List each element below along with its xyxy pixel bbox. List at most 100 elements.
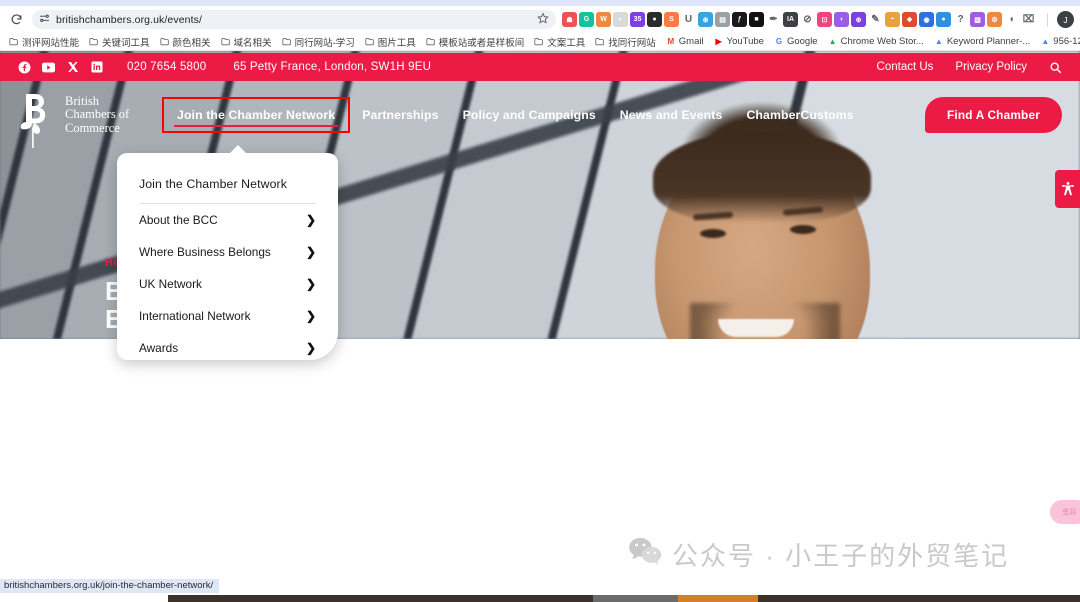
- extension-slash-circle[interactable]: ⊘: [800, 12, 815, 27]
- nav-item-news-and-events[interactable]: News and Events: [608, 102, 735, 128]
- extension-black-f[interactable]: ƒ: [732, 12, 747, 27]
- bookmark-item[interactable]: ▲ Keyword Planner-...: [929, 36, 1035, 47]
- nav-item-label: Policy and Campaigns: [462, 108, 596, 122]
- extension-pink-camera[interactable]: ☗: [562, 12, 577, 27]
- dropdown-item-where-business-belongs[interactable]: Where Business Belongs ❯: [117, 236, 338, 268]
- bookmark-label: YouTube: [726, 36, 764, 47]
- address-bar[interactable]: britishchambers.org.uk/events/: [32, 10, 556, 29]
- site-logo[interactable]: British Chambers of Commerce: [18, 92, 156, 148]
- folder-icon: [426, 37, 436, 47]
- bookmark-star-icon[interactable]: [537, 11, 549, 29]
- extension-yellow-pencil[interactable]: ✎: [868, 12, 883, 27]
- extension-calendar-35[interactable]: 35: [630, 12, 645, 27]
- x-twitter-icon[interactable]: [66, 61, 79, 74]
- folder-icon: [220, 37, 231, 47]
- bookmark-item[interactable]: 关键词工具: [84, 35, 155, 49]
- dropdown-title: Join the Chamber Network: [139, 177, 287, 191]
- extension-puzzle-red[interactable]: ❖: [902, 12, 917, 27]
- extension-globe-purple[interactable]: ⊕: [851, 12, 866, 27]
- facebook-icon[interactable]: [18, 61, 31, 74]
- utility-links: Contact Us Privacy Policy: [877, 61, 1062, 74]
- nav-item-chambercustoms[interactable]: ChamberCustoms: [734, 102, 865, 128]
- bookmark-item[interactable]: 同行网站-学习: [277, 35, 360, 49]
- contact-us-link[interactable]: Contact Us: [877, 61, 934, 73]
- extension-black-square[interactable]: ■: [749, 12, 764, 27]
- bookmark-item[interactable]: 域名相关: [216, 35, 277, 49]
- site-settings-icon[interactable]: [39, 11, 50, 29]
- profile-avatar[interactable]: J: [1057, 11, 1074, 28]
- nav-item-policy-and-campaigns[interactable]: Policy and Campaigns: [451, 102, 608, 128]
- folder-icon: [159, 37, 170, 47]
- extension-ia-writer[interactable]: IA: [783, 12, 798, 27]
- folder-icon: [595, 37, 605, 47]
- find-a-chamber-button[interactable]: Find A Chamber: [924, 97, 1062, 133]
- chevron-right-icon: ❯: [305, 341, 316, 355]
- dropdown-item-label: Awards: [139, 341, 179, 355]
- extension-ubersuggest[interactable]: U: [681, 12, 696, 27]
- site-header: British Chambers of Commerce Join the Ch…: [0, 81, 1080, 149]
- youtube-icon[interactable]: [42, 61, 55, 74]
- bookmark-label: 域名相关: [233, 37, 272, 49]
- floating-pink-badge[interactable]: 虫羽: [1050, 500, 1080, 524]
- extension-grey-moon[interactable]: ◐: [613, 12, 628, 27]
- bookmark-item[interactable]: 文案工具: [529, 35, 590, 49]
- bookmark-item[interactable]: M Gmail: [661, 36, 709, 47]
- bookmark-item[interactable]: G Google: [769, 36, 823, 47]
- extension-pink-grid[interactable]: ⊡: [817, 12, 832, 27]
- phone-number[interactable]: 020 7654 5800: [127, 61, 206, 73]
- reload-icon[interactable]: [6, 10, 26, 30]
- dropdown-item-international-network[interactable]: International Network ❯: [117, 300, 338, 332]
- search-icon[interactable]: [1049, 61, 1062, 74]
- extension-blue-dot[interactable]: ◉: [919, 12, 934, 27]
- office-address: 65 Petty France, London, SW1H 9EU: [233, 61, 432, 73]
- nav-item-partnerships[interactable]: Partnerships: [350, 102, 450, 128]
- dropdown-item-awards[interactable]: Awards ❯: [117, 332, 338, 364]
- link-status-bar: britishchambers.org.uk/join-the-chamber-…: [0, 579, 220, 593]
- extension-dark-circle[interactable]: ●: [647, 12, 662, 27]
- bookmark-item[interactable]: 颜色相关: [155, 35, 216, 49]
- extension-globe-blue[interactable]: ⊕: [698, 12, 713, 27]
- dropdown-item-label: UK Network: [139, 277, 202, 291]
- extension-purple-leaf[interactable]: ◗: [834, 12, 849, 27]
- bookmark-item[interactable]: ▶ YouTube: [709, 36, 769, 47]
- bookmark-item[interactable]: 模板站或者是样板间: [421, 35, 530, 49]
- extension-question[interactable]: ?: [953, 12, 968, 27]
- browser-toolbar: britishchambers.org.uk/events/ ☗ G W ◐ 35 ● S U…: [0, 6, 1080, 33]
- main-content: EVENTS SUPPORTING AND CELEBRATING BRITIS…: [0, 339, 1080, 602]
- bookmark-item[interactable]: 找同行网站: [590, 35, 661, 49]
- extension-blue-circle[interactable]: ●: [936, 12, 951, 27]
- hero-person-eye-left: [700, 229, 726, 238]
- bookmark-item[interactable]: ▲ Chrome Web Stor...: [823, 36, 929, 47]
- bookmark-item[interactable]: 测评网站性能: [4, 35, 84, 49]
- logo-wordmark: British Chambers of Commerce: [65, 94, 129, 136]
- extension-orange-bug[interactable]: ⚙: [987, 12, 1002, 27]
- hero-person-eye-right: [790, 225, 816, 234]
- nav-item-label: News and Events: [619, 108, 723, 122]
- privacy-policy-link[interactable]: Privacy Policy: [955, 61, 1027, 73]
- extension-grey-doc[interactable]: ▤: [715, 12, 730, 27]
- extension-clipboard[interactable]: ⌧: [1021, 12, 1036, 27]
- taskbar-segment-2: [593, 595, 678, 602]
- extension-half-blue[interactable]: ◖: [1004, 12, 1019, 27]
- accessibility-icon[interactable]: [1055, 170, 1080, 208]
- taskbar-segment-4: [758, 595, 1080, 602]
- extension-grammarly[interactable]: G: [579, 12, 594, 27]
- extension-purple-note[interactable]: ▧: [970, 12, 985, 27]
- nav-item-label: Join the Chamber Network: [177, 108, 336, 122]
- nav-dropdown-panel: Join the Chamber Network About the BCC ❯ W…: [117, 145, 338, 360]
- dropdown-item-about-the-bcc[interactable]: About the BCC ❯: [117, 204, 338, 236]
- bookmark-item[interactable]: ▲956-127-2509 - G...: [1035, 36, 1080, 47]
- nav-item-join-the-chamber-network[interactable]: Join the Chamber Network: [162, 97, 351, 133]
- extension-pen-blue[interactable]: ✒: [766, 12, 781, 27]
- main-navigation: Join the Chamber Network Partnerships Poli…: [162, 97, 866, 133]
- extension-bulldog[interactable]: ◓: [885, 12, 900, 27]
- folder-icon: [534, 37, 544, 47]
- youtube-icon: ▶: [715, 37, 722, 46]
- extension-wordpress[interactable]: W: [596, 12, 611, 27]
- bookmark-label: Keyword Planner-...: [946, 36, 1031, 47]
- linkedin-icon[interactable]: [90, 61, 103, 74]
- extension-similarweb[interactable]: S: [664, 12, 679, 27]
- dropdown-item-uk-network[interactable]: UK Network ❯: [117, 268, 338, 300]
- google-icon: G: [775, 37, 783, 46]
- bookmark-item[interactable]: 图片工具: [360, 35, 421, 49]
